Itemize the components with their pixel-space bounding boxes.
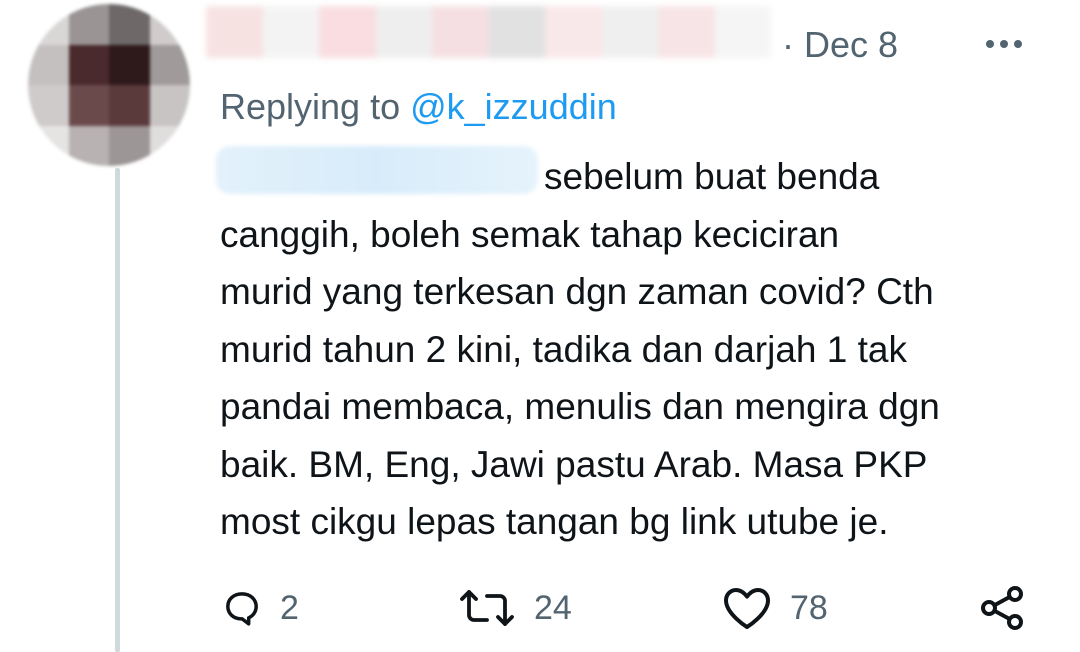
retweet-icon xyxy=(458,588,516,628)
retweet-count: 24 xyxy=(534,588,572,627)
more-horizontal-icon xyxy=(986,40,1022,48)
tweet-date[interactable]: · Dec 8 xyxy=(782,24,898,66)
reply-count: 2 xyxy=(280,588,299,627)
retweet-button[interactable]: 24 xyxy=(458,580,572,636)
tweet-reply[interactable]: · Dec 8 Replying to @k_izzuddin sebelum … xyxy=(0,0,1080,652)
tweet-body-line: pandai membaca, menulis dan mengira dgn xyxy=(220,386,940,427)
replying-to: Replying to @k_izzuddin xyxy=(220,86,617,128)
share-icon xyxy=(978,584,1026,632)
redacted-author-name xyxy=(206,6,771,58)
replying-prefix: Replying to xyxy=(220,86,411,127)
like-button[interactable]: 78 xyxy=(722,580,828,636)
replying-handle-link[interactable]: @k_izzuddin xyxy=(410,86,617,127)
heart-icon xyxy=(722,586,772,630)
like-count: 78 xyxy=(790,588,828,627)
tweet-body-line: murid tahun 2 kini, tadika dan darjah 1 … xyxy=(220,328,907,370)
reply-bubble-icon xyxy=(222,588,262,628)
tweet-body-line: baik. BM, Eng, Jawi pastu Arab. Masa PKP xyxy=(220,443,928,485)
avatar[interactable] xyxy=(28,4,190,166)
tweet-actions: 2 24 78 xyxy=(0,580,1080,636)
reply-button[interactable]: 2 xyxy=(222,580,299,636)
more-options-button[interactable] xyxy=(986,40,1022,48)
tweet-body-line: sebelum buat benda xyxy=(544,156,880,197)
tweet-body: sebelum buat benda canggih, boleh semak … xyxy=(220,148,1060,551)
tweet-body-line: canggih, boleh semak tahap keciciran xyxy=(220,213,840,255)
tweet-body-line: most cikgu lepas tangan bg link utube je… xyxy=(220,501,889,542)
share-button[interactable] xyxy=(978,580,1026,636)
tweet-body-line: murid yang terkesan dgn zaman covid? Cth xyxy=(220,271,934,312)
